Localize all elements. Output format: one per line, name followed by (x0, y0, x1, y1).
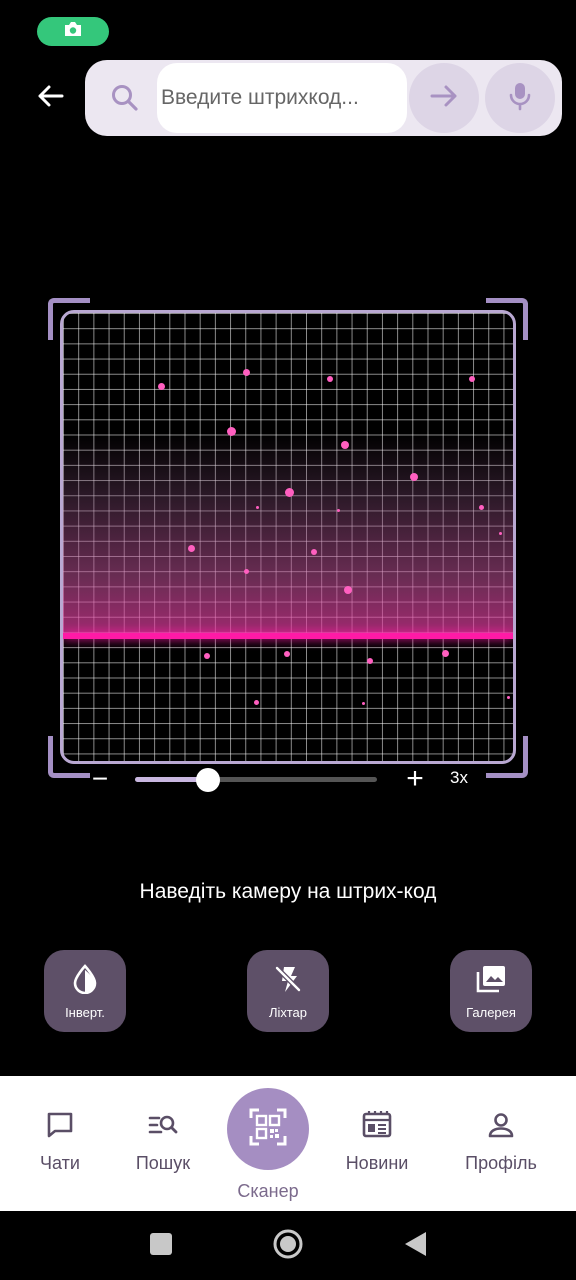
particle (507, 696, 510, 699)
flashlight-label: Ліхтар (268, 1005, 308, 1020)
camera-status-pill (37, 17, 109, 46)
zoom-slider-thumb[interactable] (195, 768, 220, 792)
particle (311, 549, 317, 555)
particle (256, 506, 259, 509)
particle (367, 658, 373, 664)
zoom-level-label[interactable]: 3x (450, 768, 468, 788)
scan-laser-line (63, 633, 513, 639)
microphone-icon (508, 81, 532, 116)
search-input-container (157, 63, 407, 133)
chat-bubble-icon (45, 1110, 75, 1145)
nav-search-label: Пошук (135, 1153, 191, 1173)
particle (284, 651, 290, 657)
nav-chats-label: Чати (40, 1153, 80, 1173)
particle (479, 505, 484, 510)
recents-button[interactable] (144, 1229, 178, 1263)
scanner-screen: − + 3x Наведіть камеру на штрих-код Інве… (0, 0, 576, 1280)
system-back-button[interactable] (398, 1229, 432, 1263)
flash-off-icon (273, 964, 303, 999)
gallery-icon (475, 964, 507, 999)
search-icon (109, 82, 141, 114)
flashlight-button[interactable]: Ліхтар (247, 950, 329, 1032)
particle (362, 702, 365, 705)
particle (327, 376, 333, 382)
nav-profile[interactable]: Профіль (460, 1110, 542, 1174)
gallery-button[interactable]: Галерея (450, 950, 532, 1032)
particle (410, 473, 418, 481)
arrow-left-icon (36, 84, 64, 113)
qr-code-icon (249, 1108, 287, 1151)
nav-news-label: Новини (345, 1153, 409, 1173)
nav-scanner-label: Сканер (237, 1181, 299, 1201)
submit-search-button[interactable] (409, 63, 479, 133)
voice-input-button[interactable] (485, 63, 555, 133)
zoom-controls: − + 3x (80, 762, 500, 798)
nav-search[interactable]: Пошук (128, 1110, 198, 1174)
nav-chats[interactable]: Чати (30, 1110, 90, 1174)
particle (341, 441, 349, 449)
particle (158, 383, 165, 390)
newspaper-icon (361, 1110, 393, 1145)
invert-button[interactable]: Інверт. (44, 950, 126, 1032)
nav-profile-label: Профіль (465, 1153, 537, 1173)
frame-corner-top-right (486, 298, 528, 340)
particle (442, 650, 449, 657)
circle-icon (272, 1228, 304, 1265)
scanner-viewfinder (48, 298, 528, 778)
scan-glow (63, 433, 513, 637)
particle (254, 700, 259, 705)
particle (188, 545, 195, 552)
particle (499, 532, 502, 535)
arrow-right-icon (429, 83, 459, 114)
zoom-slider[interactable] (135, 768, 377, 792)
invert-icon (72, 964, 98, 999)
particle (227, 427, 236, 436)
barcode-search-input[interactable] (161, 86, 407, 110)
scan-hint-text: Наведіть камеру на штрих-код (139, 880, 437, 903)
zoom-in-button[interactable]: + (400, 762, 430, 798)
back-button[interactable] (28, 78, 72, 118)
particle (469, 376, 475, 382)
triangle-back-icon (402, 1230, 428, 1263)
bottom-navigation: Чати Пошук Сканер Новини Профіль (0, 1076, 576, 1211)
search-bar (85, 60, 562, 136)
particle (204, 653, 210, 659)
particle (244, 569, 249, 574)
home-button[interactable] (271, 1229, 305, 1263)
square-icon (149, 1232, 173, 1261)
camera-preview-grid (60, 310, 516, 764)
frame-corner-top-left (48, 298, 90, 340)
camera-icon (63, 21, 83, 42)
scanner-nav-bubble (227, 1088, 309, 1170)
particle (344, 586, 352, 594)
particle (285, 488, 294, 497)
zoom-out-button[interactable]: − (86, 762, 114, 798)
invert-label: Інверт. (65, 1005, 105, 1020)
person-icon (486, 1110, 516, 1145)
nav-scanner[interactable]: Сканер (226, 1088, 310, 1202)
particle (243, 369, 250, 376)
search-list-icon (148, 1110, 178, 1145)
nav-news[interactable]: Новини (340, 1110, 414, 1174)
system-navigation-bar (0, 1211, 576, 1280)
particle (337, 509, 340, 512)
gallery-label: Галерея (466, 1005, 516, 1020)
